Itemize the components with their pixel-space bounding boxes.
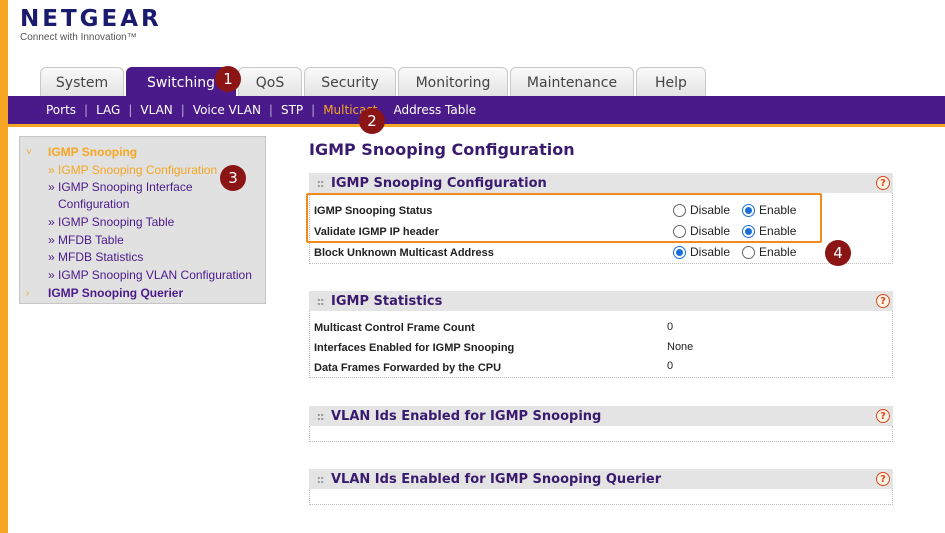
drag-handle-icon: :: (316, 294, 325, 308)
sidebar-item-igmp-snooping-vlan-configuration[interactable]: » IGMP Snooping VLAN Configuration (48, 268, 252, 282)
block-unknown-multicast-options: Disable Enable (673, 245, 808, 259)
vlan-querier-panel-title: VLAN Ids Enabled for IGMP Snooping Queri… (331, 471, 662, 487)
highlight-annotation-box (306, 193, 822, 243)
multicast-control-frame-count-value: 0 (667, 321, 674, 333)
radio-label-enable: Enable (759, 245, 797, 259)
tab-maintenance[interactable]: Maintenance (510, 67, 634, 97)
drag-handle-icon: :: (316, 409, 325, 423)
interfaces-enabled-label: Interfaces Enabled for IGMP Snooping (314, 342, 515, 354)
subnav-address-table[interactable]: Address Table (385, 103, 484, 117)
config-panel-title: IGMP Snooping Configuration (331, 175, 547, 191)
annotation-marker-1: 1 (215, 66, 241, 92)
page-title: IGMP Snooping Configuration (309, 140, 575, 159)
block-unknown-multicast-label: Block Unknown Multicast Address (314, 247, 494, 259)
drag-handle-icon: :: (316, 472, 325, 486)
sidebar-section-igmp-snooping-querier[interactable]: IGMP Snooping Querier (48, 286, 183, 300)
stats-panel-header: :: IGMP Statistics ? (309, 291, 893, 311)
data-frames-forwarded-value: 0 (667, 360, 674, 372)
vlan-panel-title: VLAN Ids Enabled for IGMP Snooping (331, 408, 602, 424)
annotation-marker-4: 4 (825, 240, 851, 266)
block-unknown-multicast-enable-radio[interactable] (742, 245, 756, 259)
subnav-vlan[interactable]: VLAN (132, 103, 180, 117)
annotation-marker-3: 3 (220, 165, 246, 191)
sidebar-item-igmp-snooping-interface-cont[interactable]: Configuration (58, 197, 129, 211)
sidebar-item-igmp-snooping-table[interactable]: » IGMP Snooping Table (48, 215, 174, 229)
chevron-right-icon: › (26, 288, 30, 299)
interfaces-enabled-value: None (667, 341, 694, 353)
subnav-stp[interactable]: STP (273, 103, 311, 117)
tab-system[interactable]: System (40, 67, 124, 97)
help-icon[interactable]: ? (876, 409, 890, 423)
left-accent-stripe (0, 0, 8, 533)
vlan-querier-panel-header: :: VLAN Ids Enabled for IGMP Snooping Qu… (309, 469, 893, 489)
data-frames-forwarded-label: Data Frames Forwarded by the CPU (314, 362, 502, 374)
help-icon[interactable]: ? (876, 472, 890, 486)
subnav-lag[interactable]: LAG (88, 103, 128, 117)
vlan-querier-panel-body (309, 489, 893, 505)
sidebar: ˅ IGMP Snooping » IGMP Snooping Configur… (19, 136, 266, 304)
vlan-panel-body (309, 426, 893, 442)
tab-monitoring[interactable]: Monitoring (398, 67, 508, 97)
tab-security[interactable]: Security (304, 67, 396, 97)
block-unknown-multicast-disable-radio[interactable] (673, 245, 686, 259)
chevron-down-icon: ˅ (26, 147, 32, 158)
sub-navigation-bar: Ports | LAG | VLAN | Voice VLAN | STP | Multi… (8, 96, 945, 124)
subnav-voice-vlan[interactable]: Voice VLAN (185, 103, 269, 117)
logo-tagline: Connect with Innovation™ (20, 32, 137, 43)
drag-handle-icon: :: (316, 176, 325, 190)
main-tabs: System Switching QoS Security Monitoring… (40, 67, 708, 97)
tab-qos[interactable]: QoS (238, 67, 302, 97)
radio-label-disable: Disable (690, 245, 731, 259)
sidebar-item-mfdb-table[interactable]: » MFDB Table (48, 233, 124, 247)
annotation-marker-2: 2 (359, 108, 385, 134)
sidebar-item-mfdb-statistics[interactable]: » MFDB Statistics (48, 250, 143, 264)
subnav-ports[interactable]: Ports (38, 103, 84, 117)
logo-wordmark: NETGEAR (20, 6, 162, 32)
vlan-panel-header: :: VLAN Ids Enabled for IGMP Snooping ? (309, 406, 893, 426)
netgear-logo: NETGEAR Connect with Innovation™ (20, 6, 162, 43)
help-icon[interactable]: ? (876, 176, 890, 190)
sidebar-item-igmp-snooping-configuration[interactable]: » IGMP Snooping Configuration (48, 163, 217, 177)
sidebar-section-igmp-snooping[interactable]: IGMP Snooping (48, 145, 137, 159)
tab-help[interactable]: Help (636, 67, 706, 97)
stats-panel-title: IGMP Statistics (331, 293, 443, 309)
config-panel-header: :: IGMP Snooping Configuration ? (309, 173, 893, 193)
multicast-control-frame-count-label: Multicast Control Frame Count (314, 322, 475, 334)
sidebar-item-igmp-snooping-interface[interactable]: » IGMP Snooping Interface (48, 180, 193, 194)
help-icon[interactable]: ? (876, 294, 890, 308)
